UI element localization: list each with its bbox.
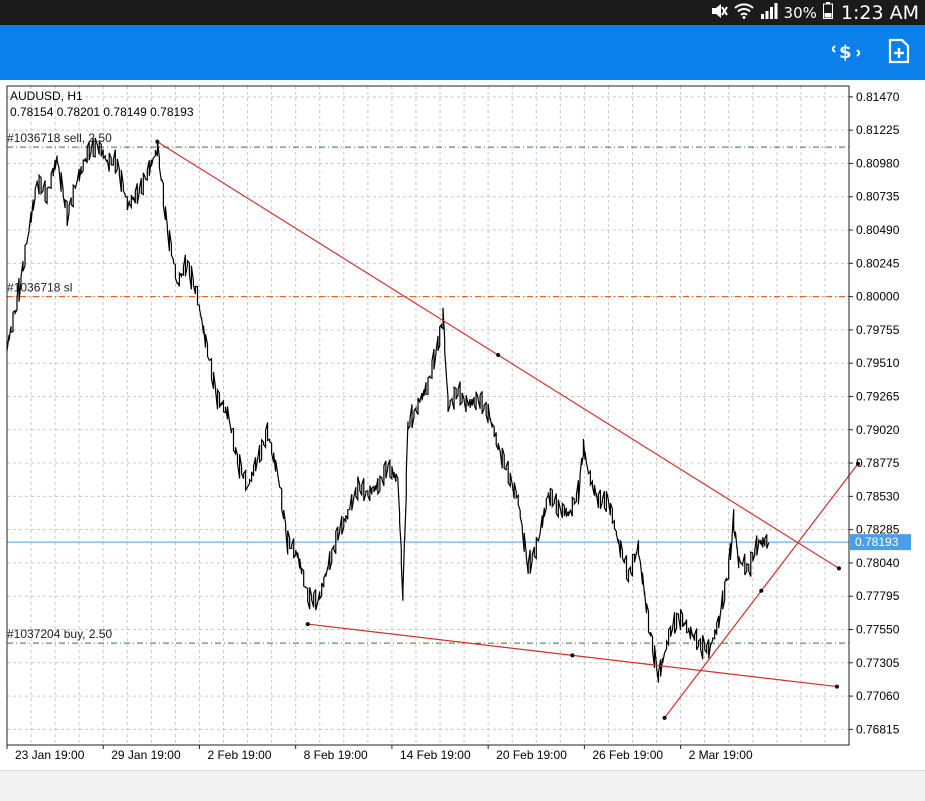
y-tick-label: 0.76815: [856, 722, 900, 736]
add-document-icon: [888, 38, 910, 69]
y-tick-label: 0.80245: [856, 256, 900, 270]
symbol-label: AUDUSD, H1: [10, 89, 83, 103]
battery-percent: 30%: [783, 3, 817, 22]
x-tick-label: 20 Feb 19:00: [496, 748, 567, 762]
bottom-bar: [0, 770, 925, 801]
trendline-anchor: [856, 461, 861, 466]
new-order-button[interactable]: [882, 36, 916, 70]
y-tick-label: 0.80735: [856, 190, 900, 204]
chart-grid: [7, 86, 849, 745]
y-tick-label: 0.80000: [856, 290, 900, 304]
y-tick-label: 0.77305: [856, 656, 900, 670]
y-tick-label: 0.77550: [856, 623, 900, 637]
trade-button[interactable]: $: [829, 36, 863, 70]
app-toolbar: $: [0, 25, 925, 80]
chart-area[interactable]: 0.81470 0.81225 0.80980 0.80735 0.80490 0.802…: [0, 80, 925, 770]
trendline-anchor: [662, 715, 667, 720]
order-line-label: #1036718 sl: [7, 281, 72, 295]
dollar-trade-icon: $: [830, 37, 862, 70]
mute-icon: [710, 3, 728, 23]
price-chart[interactable]: 0.81470 0.81225 0.80980 0.80735 0.80490 0.802…: [0, 80, 925, 770]
trendline-midpoint: [496, 353, 501, 358]
status-bar: 30% 1:23 AM: [0, 0, 925, 25]
trendline-anchor: [155, 139, 160, 144]
y-tick-label: 0.78040: [856, 556, 900, 570]
x-tick-label: 23 Jan 19:00: [15, 748, 85, 762]
wifi-icon: [733, 2, 754, 23]
x-tick-label: 26 Feb 19:00: [592, 748, 663, 762]
order-line-label: #1037204 buy, 2.50: [7, 627, 113, 641]
y-tick-label: 0.79265: [856, 389, 900, 403]
trendline-anchor: [834, 684, 839, 689]
price-series-line: [6, 137, 770, 683]
chart-frame: [6, 85, 850, 746]
y-axis-labels: 0.81470 0.81225 0.80980 0.80735 0.80490 0.802…: [849, 90, 900, 736]
x-tick-label: 14 Feb 19:00: [400, 748, 471, 762]
y-tick-label: 0.81470: [856, 90, 900, 104]
y-tick-label: 0.79020: [856, 423, 900, 437]
ohlc-label: 0.78154 0.78201 0.78149 0.78193: [10, 105, 194, 119]
trendline-anchor: [305, 622, 310, 627]
x-tick-label: 8 Feb 19:00: [304, 748, 368, 762]
y-tick-label: 0.77795: [856, 589, 900, 603]
x-tick-label: 2 Mar 19:00: [689, 748, 753, 762]
y-tick-label: 0.79755: [856, 323, 900, 337]
status-icons: 30% 1:23 AM: [710, 0, 919, 25]
y-tick-label: 0.78775: [856, 456, 900, 470]
y-tick-label: 0.78530: [856, 489, 900, 503]
signal-icon: [760, 2, 778, 23]
x-tick-label: 2 Feb 19:00: [207, 748, 271, 762]
y-tick-label: 0.80490: [856, 223, 900, 237]
y-tick-label: 0.77060: [856, 689, 900, 703]
x-axis-labels: 23 Jan 19:00 29 Jan 19:00 2 Feb 19:00 8 Feb…: [6, 745, 753, 762]
clock: 1:23 AM: [840, 1, 919, 24]
y-tick-label: 0.79510: [856, 356, 900, 370]
trendline-anchor: [836, 566, 841, 571]
battery-icon: [822, 2, 833, 23]
current-price-label: 0.78193: [855, 535, 899, 549]
trendline-midpoint: [759, 588, 764, 593]
svg-text:$: $: [839, 42, 852, 63]
x-tick-label: 29 Jan 19:00: [111, 748, 181, 762]
y-tick-label: 0.80980: [856, 156, 900, 170]
y-tick-label: 0.81225: [856, 123, 900, 137]
trendline-midpoint: [570, 653, 575, 658]
